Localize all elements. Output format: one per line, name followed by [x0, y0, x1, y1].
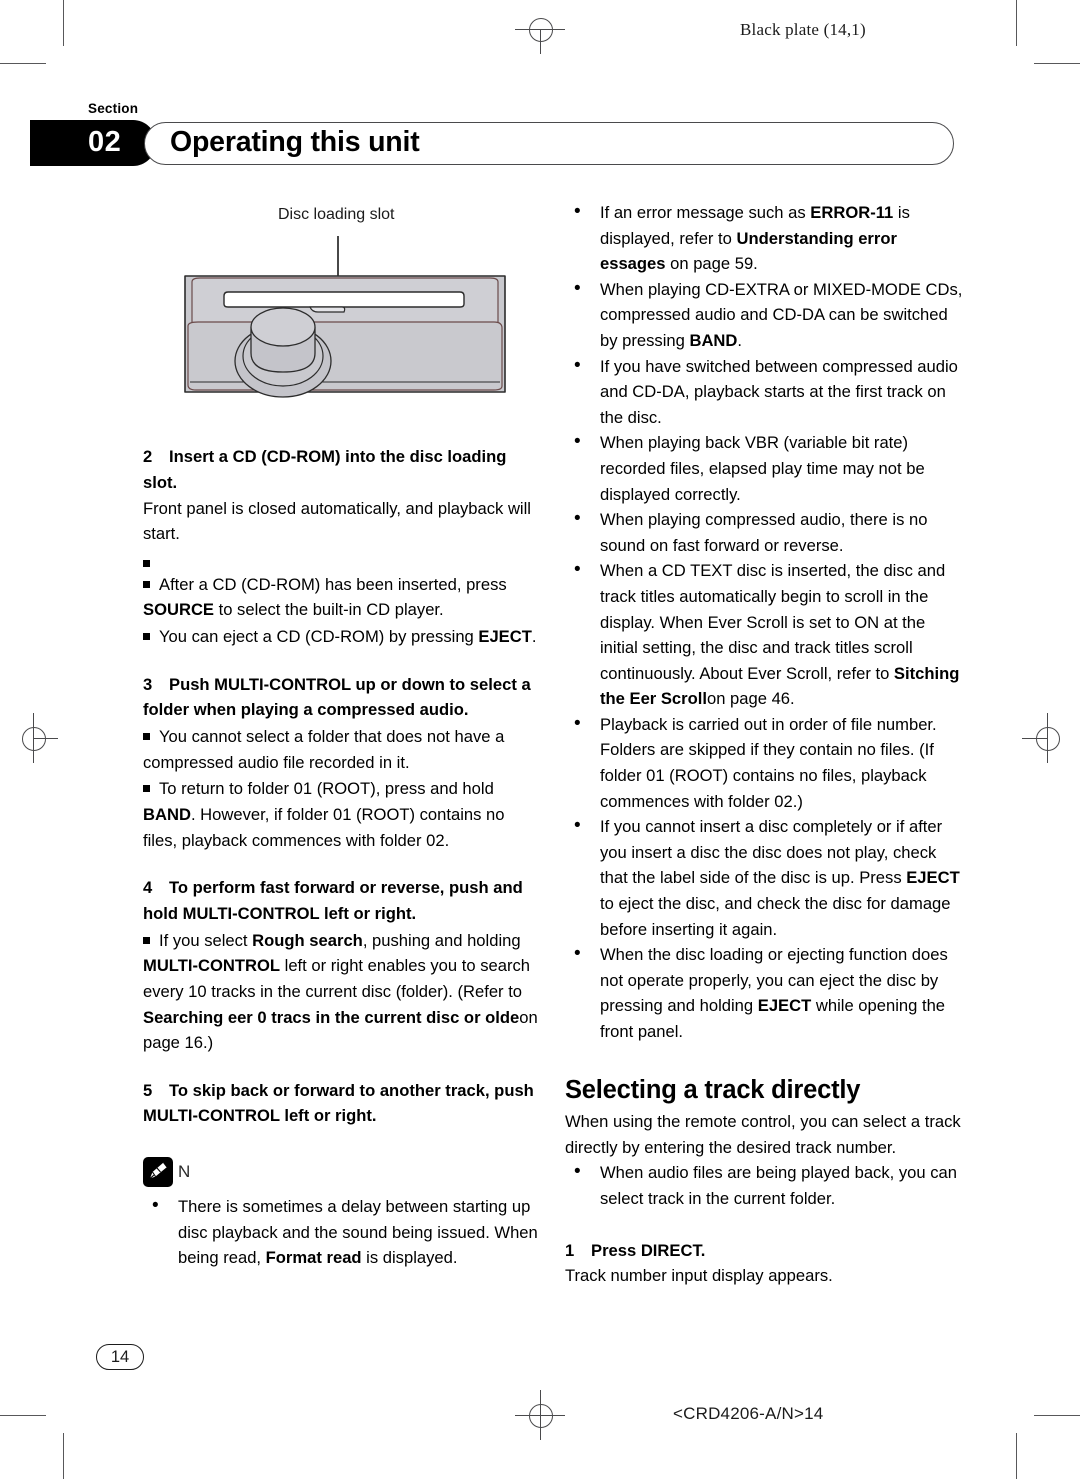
square-bullet-icon [143, 580, 150, 588]
registration-mark-ring [1036, 727, 1060, 751]
footer-document-code: <CRD4206-A/N>14 [673, 1404, 824, 1423]
disc-loading-slot-figure: Disc loading slot [150, 196, 540, 416]
list-item: When playing back VBR (variable bit rate… [565, 429, 965, 507]
selecting-track-intro-bullets: When audio files are being played back, … [565, 1159, 965, 1211]
right-column-bullet-list: If an error message such as ERROR-11 is … [565, 199, 965, 1045]
step-3-number: 3 [143, 674, 153, 694]
crop-mark-bottom-left-vertical [63, 1433, 64, 1479]
step-4-heading: 4 To perform fast forward or reverse, pus… [143, 875, 543, 927]
list-item: When audio files are being played back, … [565, 1159, 965, 1211]
right-step-1-body: Track number input display appears. [565, 1266, 833, 1286]
step-4-note-0: If you select Rough search, pushing and … [143, 930, 538, 1053]
step-4-number: 4 [143, 878, 153, 898]
step-2-title: Insert a CD (CD-ROM) into the disc loadi… [143, 447, 507, 492]
list-item: When playing compressed audio, there is … [565, 506, 965, 558]
square-bullet-icon [143, 733, 150, 741]
step-2-note-0 [143, 551, 543, 571]
step-3-heading: 3 Push MULTI-CONTROL up or down to select… [143, 672, 543, 724]
step-2-note-1: After a CD (CD-ROM) has been inserted, p… [143, 574, 507, 620]
note-item: There is sometimes a delay between start… [143, 1193, 543, 1271]
registration-mark-ring [22, 727, 46, 751]
registration-mark-ring [529, 18, 553, 42]
list-item: If you have switched between compressed … [565, 353, 965, 431]
registration-mark-top [515, 4, 565, 54]
list-item: If you cannot insert a disc completely o… [565, 813, 965, 942]
crop-mark-bottom-right-vertical [1016, 1433, 1017, 1479]
step-5-title: To skip back or forward to another track… [143, 1080, 534, 1126]
selecting-track-intro: When using the remote control, you can s… [565, 1112, 961, 1157]
head-unit-illustration [184, 236, 506, 398]
crop-mark-top-right-horizontal [1034, 63, 1080, 64]
step-2-note-2: You can eject a CD (CD-ROM) by pressing … [143, 624, 543, 650]
section-word-label: Section [88, 101, 139, 116]
list-item: When the disc loading or ejecting functi… [565, 941, 965, 1044]
list-item: When playing CD-EXTRA or MIXED-MODE CDs,… [565, 276, 965, 354]
right-column: If an error message such as ERROR-11 is … [565, 199, 965, 1289]
crop-mark-top-right-vertical [1016, 0, 1017, 46]
sub-heading-selecting-a-track-directly: Selecting a track directly [565, 1075, 861, 1104]
note-block-list: There is sometimes a delay between start… [143, 1193, 543, 1271]
step-2-number: 2 [143, 447, 153, 466]
list-item: When a CD TEXT disc is inserted, the dis… [565, 557, 965, 712]
pencil-icon [143, 1157, 173, 1188]
square-bullet-icon [143, 936, 150, 944]
black-plate-label: Black plate (14,1) [740, 20, 866, 39]
square-bullet-icon [143, 632, 150, 640]
crop-mark-bottom-right-horizontal [1034, 1415, 1080, 1416]
step-3-note-1: To return to folder 01 (ROOT), press and… [143, 779, 505, 850]
right-step-1-heading: 1 Press DIRECT. [565, 1238, 965, 1264]
step-2-body: Front panel is closed automatically, and… [143, 498, 531, 544]
step-4-title: To perform fast forward or reverse, push… [143, 878, 523, 923]
figure-caption: Disc loading slot [278, 206, 395, 223]
page-number-badge: 14 [96, 1344, 144, 1370]
crop-mark-bottom-left-horizontal [0, 1415, 46, 1416]
registration-mark-bottom [515, 1390, 565, 1440]
step-3-title: Push MULTI-CONTROL up or down to select … [143, 674, 531, 720]
step-5-heading: 5 To skip back or forward to another trac… [143, 1078, 543, 1130]
square-bullet-icon [143, 559, 150, 567]
note-block-header: N [143, 1157, 543, 1188]
square-bullet-icon [143, 785, 150, 793]
right-step-1-number: 1 [565, 1240, 575, 1260]
registration-mark-ring [529, 1404, 553, 1428]
right-step-1-title: Press DIRECT. [591, 1240, 706, 1260]
crop-mark-top-left-vertical [63, 0, 64, 46]
registration-mark-right [1022, 713, 1072, 763]
section-number: 02 [88, 126, 122, 158]
page-title: Operating this unit [170, 126, 420, 158]
step-2-heading: 2 Insert a CD (CD-ROM) into the disc load… [143, 444, 543, 496]
crop-mark-top-left-horizontal [0, 63, 46, 64]
list-item: If an error message such as ERROR-11 is … [565, 199, 965, 277]
note-label: N [178, 1162, 191, 1182]
list-item: Playback is carried out in order of file… [565, 711, 965, 814]
registration-mark-left [8, 713, 58, 763]
step-5-number: 5 [143, 1080, 153, 1100]
step-3-note-0: You cannot select a folder that does not… [143, 727, 505, 772]
left-column: 2 Insert a CD (CD-ROM) into the disc load… [143, 430, 543, 1271]
